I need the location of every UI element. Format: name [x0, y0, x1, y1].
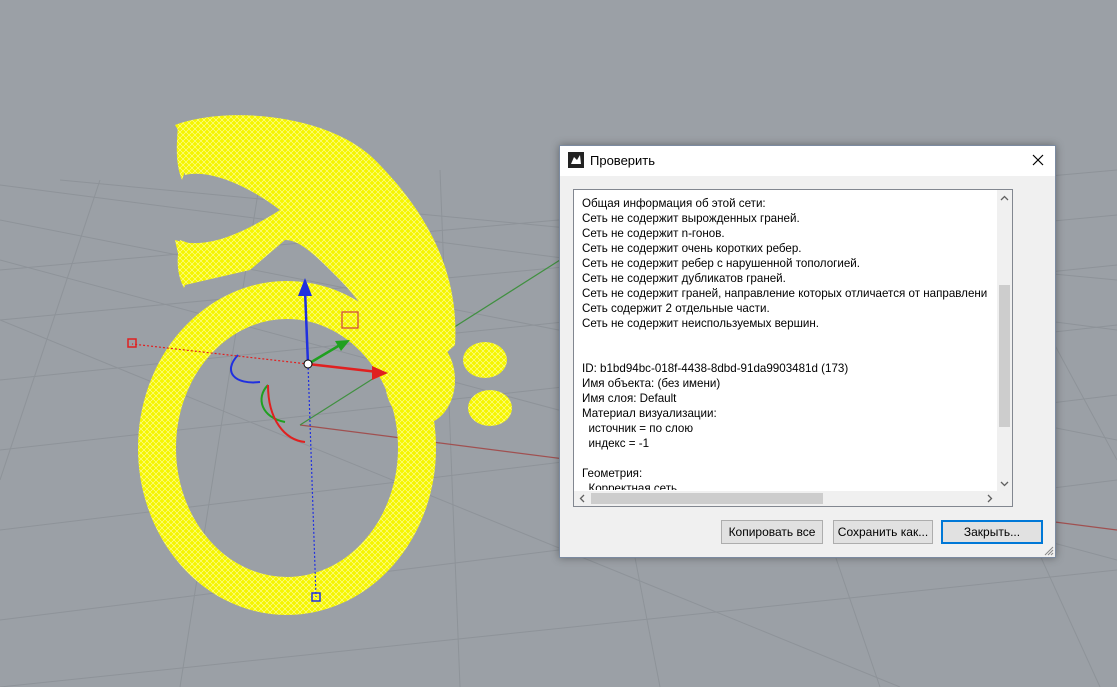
- close-button[interactable]: [1021, 146, 1055, 174]
- report-text: Общая информация об этой сети: Сеть не со…: [582, 196, 996, 490]
- resize-grip-icon[interactable]: [1044, 546, 1054, 556]
- report-line: Сеть не содержит n-гонов.: [582, 227, 725, 240]
- report-line: Материал визуализации:: [582, 407, 717, 420]
- report-line: Сеть содержит 2 отдельные части.: [582, 302, 770, 315]
- report-line: Сеть не содержит неиспользуемых вершин.: [582, 317, 819, 330]
- chevron-up-icon: [1000, 195, 1009, 200]
- report-line: индекс = -1: [582, 437, 650, 450]
- report-line: Сеть не содержит граней, направление кот…: [582, 287, 988, 300]
- report-line: источник = по слою: [582, 422, 694, 435]
- vertical-scrollbar[interactable]: [997, 190, 1012, 491]
- report-line: Имя слоя: Default: [582, 392, 677, 405]
- horizontal-scroll-thumb[interactable]: [591, 493, 823, 504]
- report-textbox[interactable]: Общая информация об этой сети: Сеть не со…: [573, 189, 1013, 507]
- report-line: Имя объекта: (без имени): [582, 377, 721, 390]
- report-line: Сеть не содержит дубликатов граней.: [582, 272, 786, 285]
- vertical-scroll-thumb[interactable]: [999, 285, 1010, 427]
- copy-all-button[interactable]: Копировать все: [721, 520, 823, 544]
- scroll-up-button[interactable]: [997, 190, 1012, 205]
- rhino-icon: [568, 152, 584, 168]
- report-line: ID: b1bd94bc-018f-4438-8dbd-91da9903481d…: [582, 362, 849, 375]
- report-line: Сеть не содержит вырожденных граней.: [582, 212, 800, 225]
- chevron-left-icon: [579, 494, 584, 503]
- report-line: Сеть не содержит очень коротких ребер.: [582, 242, 802, 255]
- dialog-titlebar[interactable]: Проверить: [560, 146, 1055, 176]
- dialog-title: Проверить: [590, 153, 656, 168]
- report-line: Геометрия:: [582, 467, 643, 480]
- chevron-right-icon: [987, 494, 992, 503]
- check-dialog: Проверить Общая информация об этой сети:…: [559, 145, 1056, 558]
- save-as-button[interactable]: Сохранить как...: [833, 520, 933, 544]
- close-dialog-button[interactable]: Закрыть...: [941, 520, 1043, 544]
- close-icon: [1032, 154, 1044, 166]
- chevron-down-icon: [1000, 481, 1009, 486]
- scroll-corner: [997, 491, 1012, 506]
- report-line: Общая информация об этой сети:: [582, 197, 766, 210]
- report-line: [582, 346, 996, 361]
- scroll-right-button[interactable]: [982, 491, 997, 506]
- report-line: [582, 451, 996, 466]
- scroll-down-button[interactable]: [997, 476, 1012, 491]
- horizontal-scrollbar[interactable]: [574, 491, 997, 506]
- report-line: [582, 331, 996, 346]
- scroll-left-button[interactable]: [574, 491, 589, 506]
- report-line: Сеть не содержит ребер с нарушенной топо…: [582, 257, 860, 270]
- report-line: Корректная сеть: [582, 482, 678, 490]
